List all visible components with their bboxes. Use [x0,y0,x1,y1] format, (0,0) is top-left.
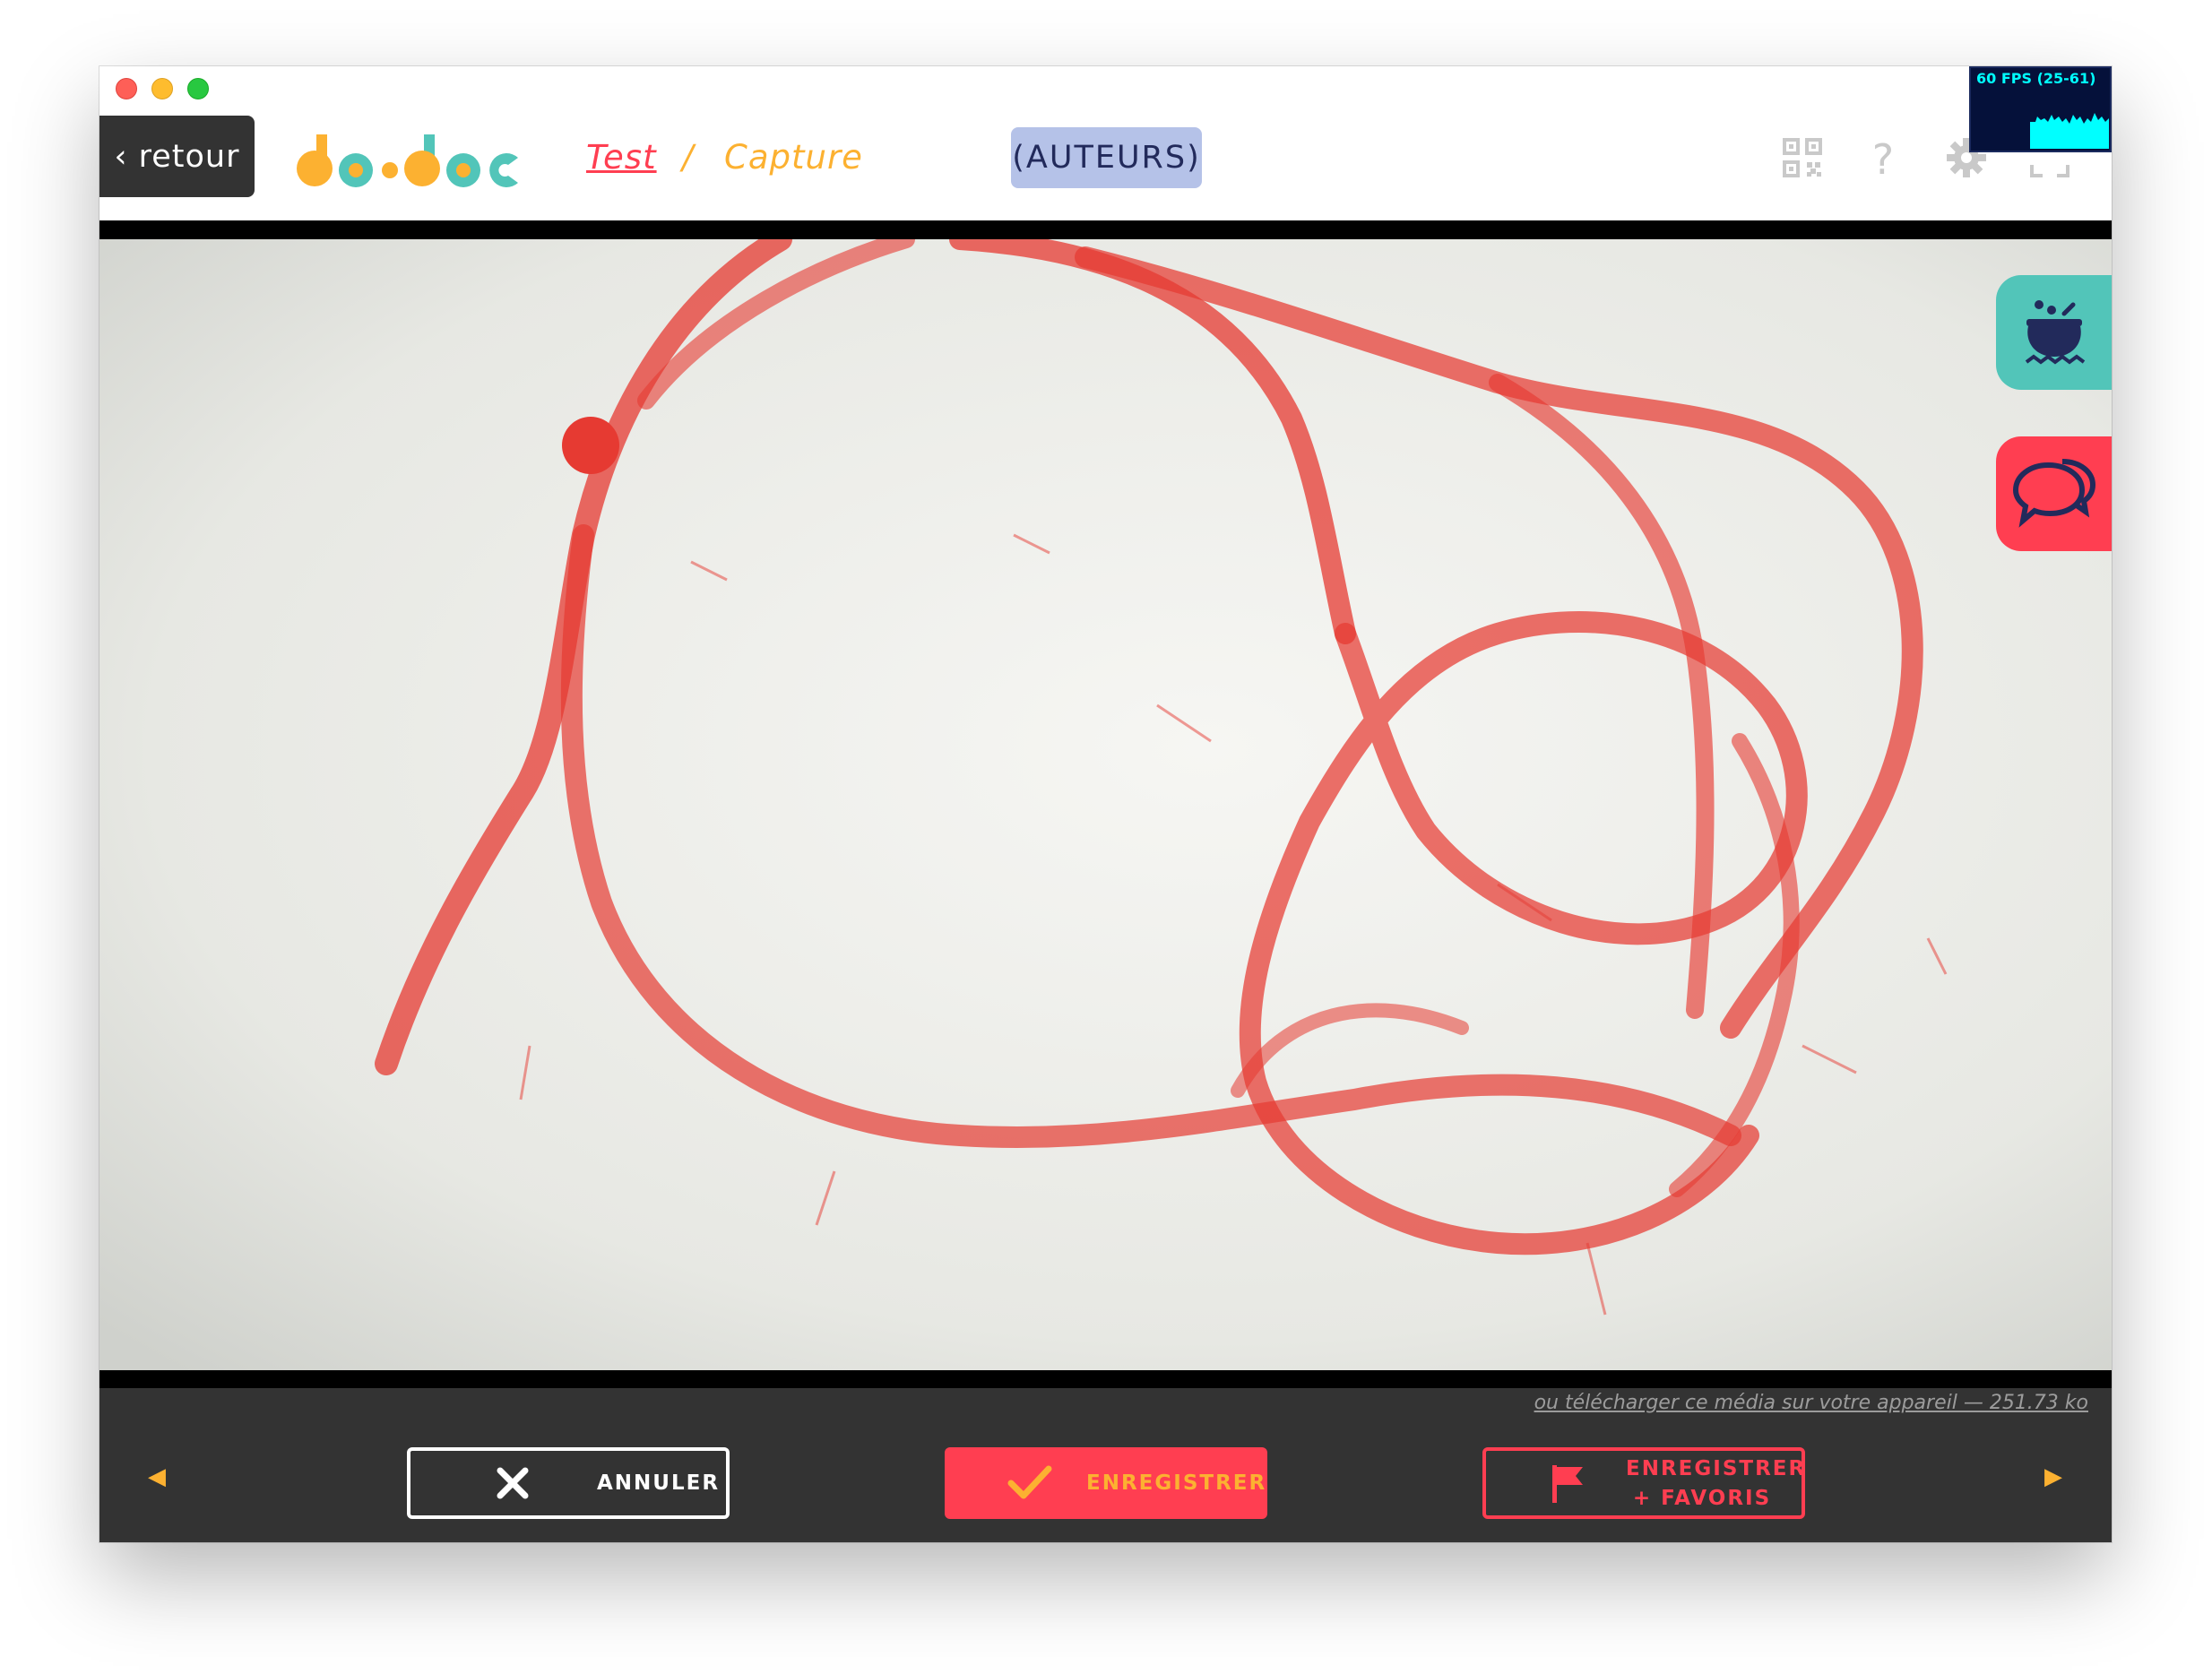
dodoc-logo[interactable] [297,131,530,190]
flag-icon [1552,1465,1583,1503]
save-favorite-button[interactable]: ENREGISTRER + FAVORIS [1482,1447,1805,1519]
previous-arrow[interactable]: ◀ [148,1463,166,1490]
captured-photo [99,239,2112,1370]
download-media-link[interactable]: ou télécharger ce média sur votre appare… [1534,1392,2088,1414]
capture-actions-bar: ou télécharger ce média sur votre appare… [99,1388,2112,1542]
cauldron-icon [2025,300,2085,365]
help-icon[interactable]: ? [1862,136,1905,179]
save-button[interactable]: ENREGISTRER [945,1447,1267,1519]
checkmark-icon [1007,1465,1052,1499]
save-favorite-label: ENREGISTRER + FAVORIS [1626,1454,1807,1514]
chat-tab[interactable] [1996,436,2112,551]
next-arrow[interactable]: ▶ [2044,1463,2062,1490]
preview-frame-top [99,220,2112,239]
close-icon [497,1467,529,1499]
recipes-tab[interactable] [1996,275,2112,390]
cancel-button[interactable]: ANNULER [407,1447,730,1519]
breadcrumb-separator: / [682,138,694,177]
top-bar: ‹ retour Test / Capture (AUTEURS) ? 60 F… [99,66,2112,220]
save-label: ENREGISTRER [1086,1471,1267,1495]
save-favorite-label-line2: + FAVORIS [1632,1487,1772,1510]
window-close-button[interactable] [116,78,137,99]
chat-bubbles-icon [2012,459,2095,528]
app-window: ‹ retour Test / Capture (AUTEURS) ? 60 F… [99,66,2112,1542]
svg-text:?: ? [1872,136,1894,179]
qr-code-icon[interactable] [1781,136,1824,179]
fps-meter: 60 FPS (25-61) [1969,66,2112,152]
window-zoom-button[interactable] [187,78,209,99]
cancel-label: ANNULER [597,1471,721,1495]
fps-label: 60 FPS (25-61) [1976,70,2096,87]
window-minimize-button[interactable] [151,78,173,99]
breadcrumb-page: Capture [724,138,863,177]
breadcrumb-project[interactable]: Test [586,138,657,177]
capture-preview [99,239,2112,1370]
preview-frame-bottom [99,1370,2112,1388]
fps-graph [2030,113,2109,149]
authors-button[interactable]: (AUTEURS) [1011,127,1202,188]
save-favorite-label-line1: ENREGISTRER [1626,1457,1807,1480]
back-button[interactable]: ‹ retour [99,116,255,197]
